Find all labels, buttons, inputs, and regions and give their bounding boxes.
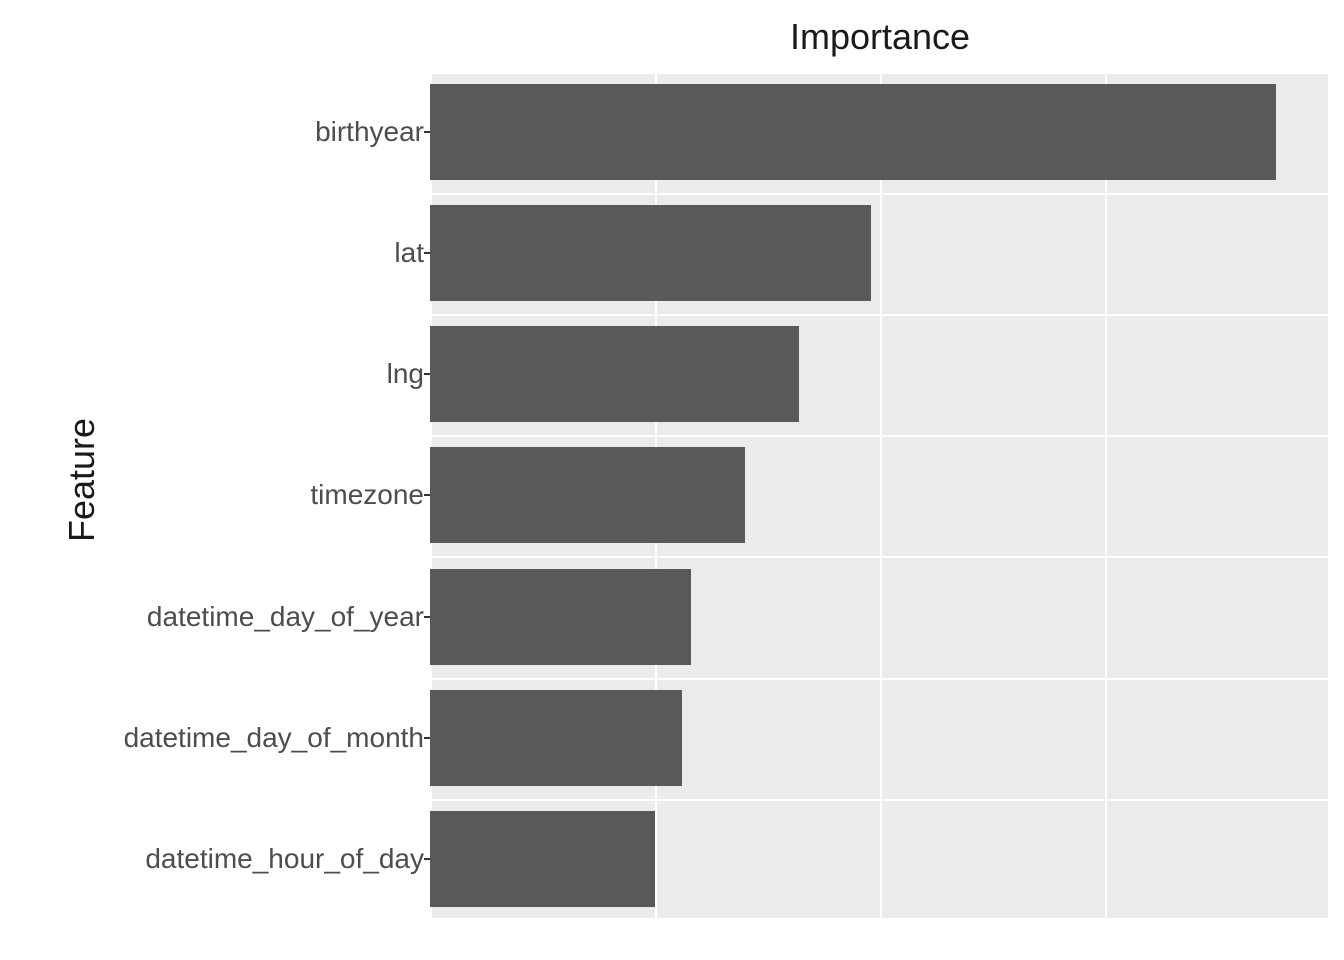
- bar-datetime-day-of-month: [430, 690, 682, 786]
- grid-h-5: [430, 678, 1330, 680]
- plot-panel: [430, 72, 1330, 920]
- ytick-2: lng: [24, 358, 424, 390]
- feature-importance-chart: Importance Feature birthyear lat lng tim…: [0, 0, 1344, 960]
- grid-h-1: [430, 193, 1330, 195]
- bar-datetime-hour-of-day: [430, 811, 655, 907]
- bar-datetime-day-of-year: [430, 569, 691, 665]
- ytick-1: lat: [24, 237, 424, 269]
- grid-v-4: [1328, 72, 1330, 920]
- grid-h-7: [430, 918, 1330, 920]
- grid-h-0: [430, 72, 1330, 74]
- ytick-6: datetime_hour_of_day: [24, 843, 424, 875]
- grid-v-2: [880, 72, 882, 920]
- ytick-4: datetime_day_of_year: [24, 601, 424, 633]
- chart-title: Importance: [430, 16, 1330, 58]
- grid-h-6: [430, 799, 1330, 801]
- bar-timezone: [430, 447, 745, 543]
- grid-v-3: [1105, 72, 1107, 920]
- ytick-5: datetime_day_of_month: [24, 722, 424, 754]
- ytick-0: birthyear: [24, 116, 424, 148]
- grid-h-2: [430, 314, 1330, 316]
- grid-h-3: [430, 435, 1330, 437]
- bar-lat: [430, 205, 871, 301]
- bar-lng: [430, 326, 799, 422]
- grid-h-4: [430, 556, 1330, 558]
- bar-birthyear: [430, 84, 1276, 180]
- ytick-3: timezone: [24, 479, 424, 511]
